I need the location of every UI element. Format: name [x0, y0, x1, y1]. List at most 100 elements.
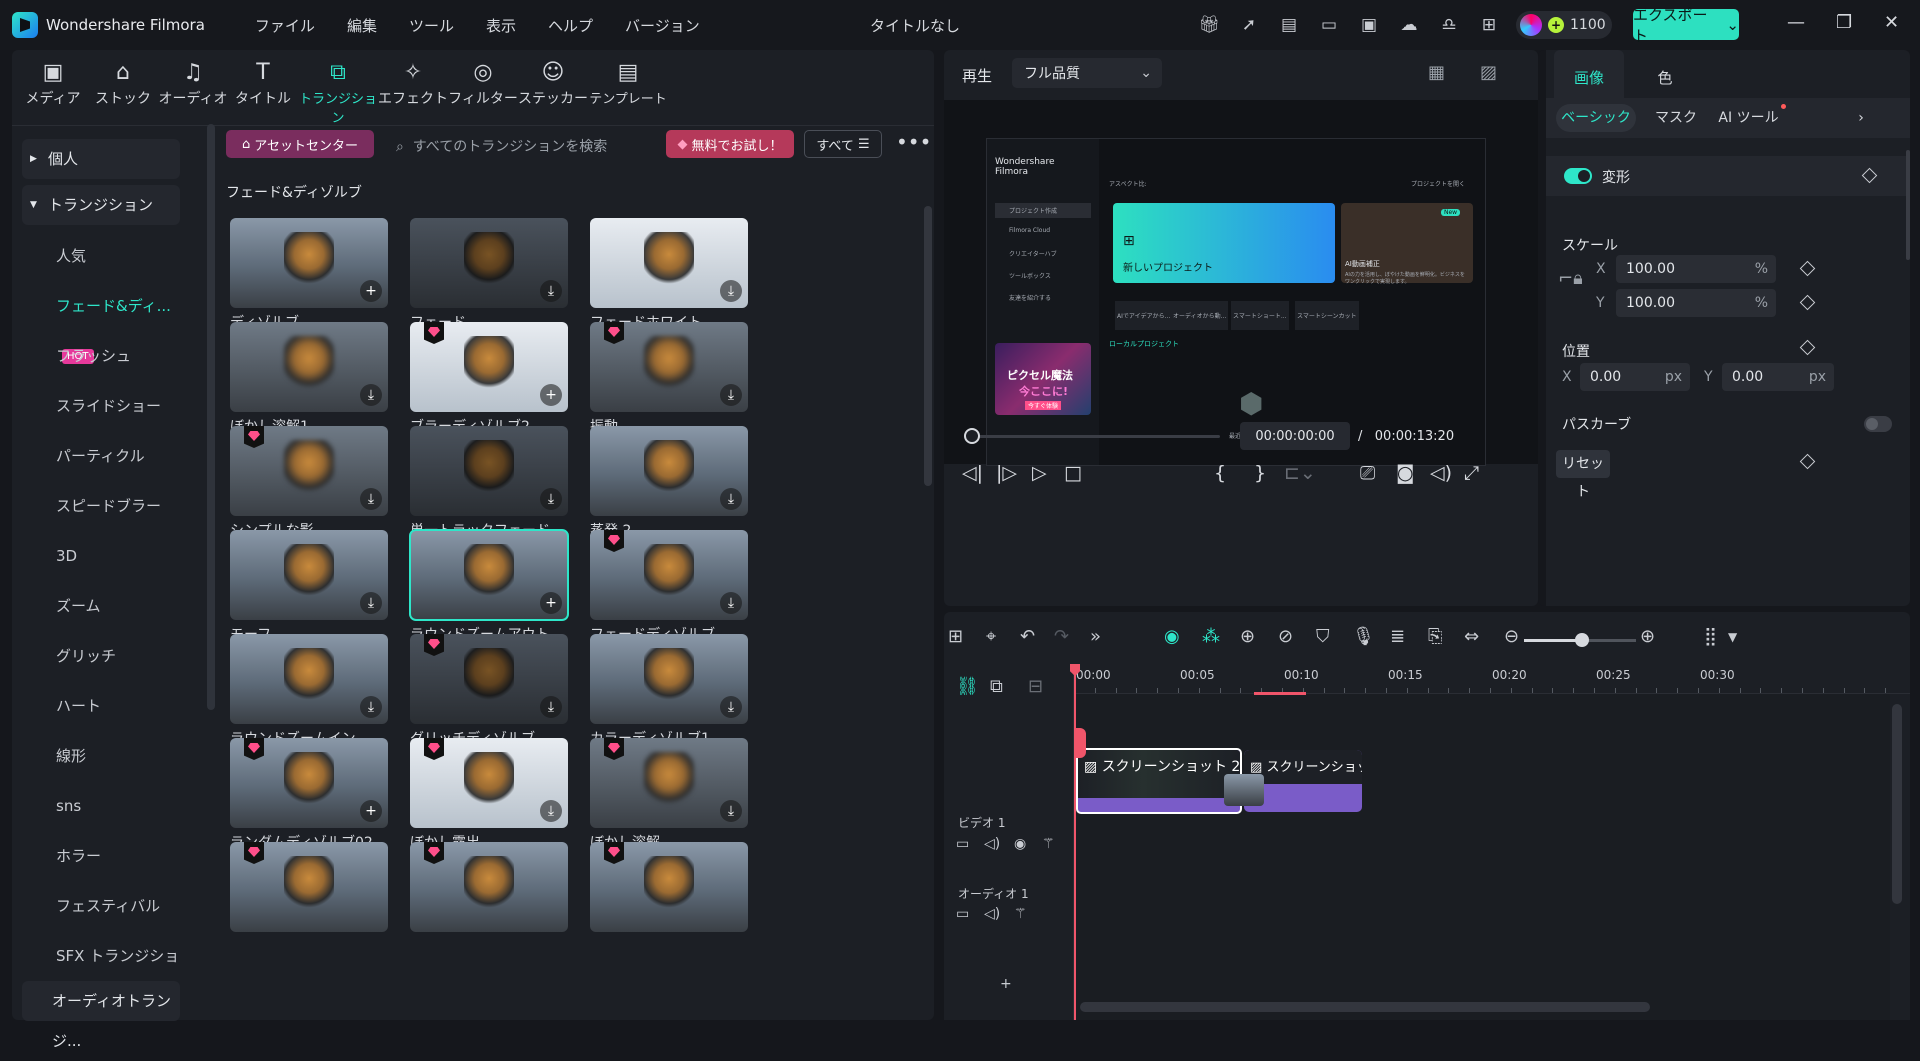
transition-tile[interactable]: ⤓ラウンドズームイン: [230, 634, 388, 748]
transition-tile[interactable]: +ランダムディゾルブ02: [230, 738, 388, 852]
menu-version[interactable]: バージョン: [609, 15, 716, 36]
mark-out-icon[interactable]: }: [1254, 462, 1266, 484]
sidebar-group-transition[interactable]: ▼ トランジション: [22, 185, 180, 225]
download-icon[interactable]: ⤓: [720, 488, 742, 510]
transition-tile[interactable]: +ラウンドズームアウト: [409, 529, 569, 644]
sidebar-item-audio-transition[interactable]: オーディオトランジ...: [22, 981, 180, 1050]
link-icon[interactable]: ⛓: [956, 676, 979, 697]
camera-icon[interactable]: ◙: [1396, 462, 1414, 484]
tool-sticker[interactable]: ☺ ステッカー: [518, 58, 588, 126]
tool-stock[interactable]: ⌂ ストック: [88, 58, 158, 126]
download-icon[interactable]: ⤓: [720, 280, 742, 302]
download-icon[interactable]: ⤓: [720, 384, 742, 406]
add-track-icon[interactable]: ⧉: [990, 676, 1003, 697]
avatar[interactable]: [1520, 14, 1542, 36]
credits-badge[interactable]: + 1100: [1516, 11, 1612, 39]
scale-y-field[interactable]: 100.00%: [1616, 289, 1776, 317]
track-layout-icon[interactable]: ⣿: [1704, 626, 1717, 647]
lock-ratio-icon[interactable]: ⌐🔒︎: [1558, 268, 1583, 289]
sidebar-item-flash[interactable]: フラッシュ: [22, 331, 180, 381]
transition-tile[interactable]: ⤓シンプルな影: [230, 426, 388, 540]
folder-icon[interactable]: ▭: [956, 906, 969, 922]
sidebar-scrollbar[interactable]: [207, 124, 215, 710]
close-icon[interactable]: ✕: [1884, 12, 1899, 33]
sidebar-item-popular[interactable]: 人気: [22, 231, 180, 281]
speaker-icon[interactable]: ◁): [984, 906, 1000, 922]
cloud-upload-icon[interactable]: ☁: [1396, 13, 1422, 37]
properties-scrollbar[interactable]: [1906, 150, 1910, 260]
speed-icon[interactable]: ⊘: [1278, 626, 1293, 647]
magnet-icon[interactable]: ⊟: [1028, 676, 1043, 697]
layout-icon[interactable]: ▭: [1316, 13, 1342, 37]
download-icon[interactable]: ⤓: [360, 592, 382, 614]
grid-view-icon[interactable]: ▦: [1428, 62, 1445, 83]
prev-frame-icon[interactable]: ◁|: [962, 462, 983, 484]
menu-tools[interactable]: ツール: [393, 15, 470, 36]
chevron-right-icon[interactable]: ›: [1846, 104, 1876, 132]
layout-icon[interactable]: ⊞: [948, 626, 963, 647]
menu-view[interactable]: 表示: [470, 15, 532, 36]
redo-icon[interactable]: ↷: [1054, 626, 1069, 647]
add-icon[interactable]: +: [1000, 976, 1012, 992]
subtab-ai-tools[interactable]: AI ツール: [1714, 104, 1790, 132]
snapshot-view-icon[interactable]: ▨: [1480, 62, 1497, 83]
zoom-slider-handle[interactable]: [1575, 633, 1590, 647]
playhead[interactable]: [1074, 664, 1076, 1020]
tool-title[interactable]: T タイトル: [228, 58, 298, 126]
transition-tile[interactable]: [590, 842, 748, 936]
menu-edit[interactable]: 編集: [331, 15, 393, 36]
scrubber-handle[interactable]: [964, 428, 980, 444]
download-icon[interactable]: ⤓: [720, 592, 742, 614]
keyframe-icon[interactable]: [1799, 260, 1816, 277]
tool-transition[interactable]: ⧉ トランジション: [298, 58, 378, 126]
download-icon[interactable]: ⤓: [360, 488, 382, 510]
auto-beat-icon[interactable]: ⁂: [1202, 626, 1220, 647]
add-icon[interactable]: +: [540, 384, 562, 406]
add-icon[interactable]: +: [540, 592, 562, 614]
export-button[interactable]: エクスポート ⌄: [1633, 6, 1739, 45]
menu-file[interactable]: ファイル: [239, 15, 331, 36]
fit-icon[interactable]: ⇔: [1464, 626, 1479, 647]
apps-icon[interactable]: ⊞: [1476, 13, 1502, 37]
sidebar-item-heart[interactable]: ハート: [22, 681, 180, 731]
play-icon[interactable]: ▷: [1032, 462, 1047, 484]
speaker-icon[interactable]: ◁): [984, 836, 1000, 852]
tab-color[interactable]: 色: [1630, 50, 1700, 98]
add-media-icon[interactable]: ⊕: [1240, 626, 1255, 647]
sidebar-item-horror[interactable]: ホラー: [22, 831, 180, 881]
transition-tile[interactable]: +ブラーディゾルブ2: [410, 322, 568, 436]
current-time[interactable]: 00:00:00:00: [1240, 422, 1350, 450]
tool-audio[interactable]: ♫ オーディオ: [158, 58, 228, 126]
free-trial-button[interactable]: ◆ 無料でお試し！: [666, 130, 794, 158]
transition-tile[interactable]: ⤓グリッチディゾルブ: [410, 634, 568, 748]
mark-in-icon[interactable]: {: [1214, 462, 1226, 484]
transition-tile[interactable]: ⤓単一トラックフェード: [410, 426, 568, 540]
sidebar-item-speed-blur[interactable]: スピードブラー: [22, 481, 180, 531]
transition-tile[interactable]: ⤓ぼかし露出: [410, 738, 568, 852]
sidebar-item-3d[interactable]: 3D: [22, 531, 180, 581]
add-icon[interactable]: +: [360, 280, 382, 302]
tool-filter[interactable]: ◎ フィルター: [448, 58, 518, 126]
search-input[interactable]: ⌕ すべてのトランジションを検索: [396, 136, 607, 156]
transition-tile[interactable]: +ディゾルブ: [230, 218, 388, 332]
timeline-h-scrollbar[interactable]: [1080, 1002, 1650, 1012]
keyframe-icon[interactable]: [1861, 167, 1878, 184]
headset-icon[interactable]: ♎: [1436, 13, 1462, 37]
send-icon[interactable]: ➚: [1236, 13, 1262, 37]
transition-tile[interactable]: [410, 842, 568, 936]
sidebar-item-sfx[interactable]: SFX トランジション: [22, 931, 180, 1015]
transition-tile[interactable]: ⤓ぼかし溶解: [590, 738, 748, 852]
transition-tile[interactable]: ⤓ぼかし溶解1: [230, 322, 388, 436]
insert-icon[interactable]: ⊏⌄: [1284, 462, 1316, 484]
sidebar-item-festival[interactable]: フェスティバル: [22, 881, 180, 931]
download-icon[interactable]: ⤓: [540, 800, 562, 822]
reset-button[interactable]: リセット: [1556, 450, 1610, 500]
download-icon[interactable]: ⤓: [540, 488, 562, 510]
magic-icon[interactable]: ⚚: [1042, 836, 1055, 852]
menu-help[interactable]: ヘルプ: [532, 15, 609, 36]
playback-scrubber[interactable]: [972, 435, 1220, 438]
subtab-mask[interactable]: マスク: [1646, 104, 1706, 132]
magic-icon[interactable]: ⚚: [1014, 906, 1027, 922]
grid-scrollbar[interactable]: [924, 206, 932, 486]
timeline-v-scrollbar[interactable]: [1892, 704, 1902, 904]
